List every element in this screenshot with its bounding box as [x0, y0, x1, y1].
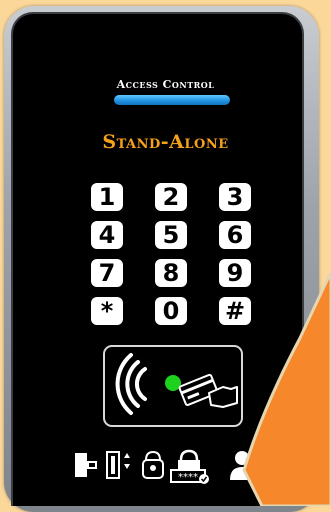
- key-4[interactable]: 4: [91, 221, 123, 249]
- rfid-wave-icon: [115, 353, 147, 415]
- key-2[interactable]: 2: [155, 183, 187, 211]
- password-lock-icon: ****: [170, 449, 209, 484]
- card-reader-area[interactable]: [103, 345, 243, 427]
- card-reader-icon: [115, 353, 238, 415]
- key-3[interactable]: 3: [219, 183, 251, 211]
- key-8[interactable]: 8: [155, 259, 187, 287]
- status-led-icon: [165, 375, 181, 391]
- key-1[interactable]: 1: [91, 183, 123, 211]
- users-icon: [230, 451, 265, 480]
- svg-text:****: ****: [178, 472, 198, 483]
- key-9[interactable]: 9: [219, 259, 251, 287]
- key-5[interactable]: 5: [155, 221, 187, 249]
- elevator-icon: [106, 451, 130, 479]
- key-7[interactable]: 7: [91, 259, 123, 287]
- key-hash[interactable]: #: [219, 297, 251, 325]
- product-label: Stand-Alone: [102, 131, 229, 153]
- key-star[interactable]: *: [91, 297, 123, 325]
- key-0[interactable]: 0: [155, 297, 187, 325]
- status-indicator-bar: [114, 95, 230, 105]
- door-exit-icon: [75, 453, 97, 477]
- brand-label: Access Control: [116, 78, 215, 91]
- key-6[interactable]: 6: [219, 221, 251, 249]
- hand-lock-icon: [142, 450, 164, 479]
